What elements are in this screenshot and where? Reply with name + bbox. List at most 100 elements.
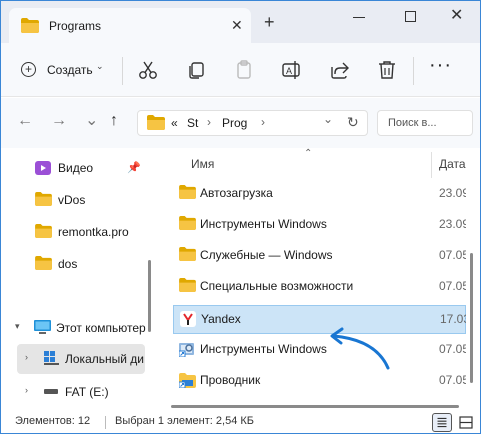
tools-shortcut-icon [179,343,194,357]
file-row[interactable]: Служебные — Windows 07.05 [173,241,466,270]
folder-icon [35,224,52,238]
toolbar-divider [122,57,123,85]
refresh-icon[interactable]: ↻ [347,114,359,131]
file-row[interactable]: Проводник 07.05 [173,366,466,395]
back-arrow-icon[interactable]: ← [17,112,33,130]
sidebar-item-label: FAT (E:) [65,385,109,399]
folder-icon [179,278,196,292]
svg-text:A: A [286,66,292,76]
navigation-pane: Видео 📌 vDos remontka.pro dos ▾ Этот ком… [1,148,153,412]
rename-icon[interactable]: A [280,58,304,82]
item-count: Элементов: 12 [15,415,91,427]
folder-icon [35,256,52,270]
paste-icon[interactable] [232,58,256,82]
plus-icon: + [21,62,36,77]
delete-icon[interactable] [375,58,399,82]
sidebar-item-label: vDos [58,193,86,207]
folder-icon [147,115,165,130]
file-name: Инструменты Windows [200,217,327,231]
sidebar-item-label: dos [58,257,78,271]
tiles-view-icon[interactable] [457,414,475,431]
chevron-down-icon[interactable]: ▾ [15,321,20,332]
folder-icon [35,192,52,206]
create-label: Создать [47,63,93,77]
breadcrumb-item[interactable]: Prog [222,116,247,130]
sidebar-item-video[interactable]: Видео 📌 [1,153,153,183]
sidebar-item-this-pc[interactable]: ▾ Этот компьютер [1,313,153,343]
video-folder-icon [35,161,51,175]
file-row[interactable]: Специальные возможности 07.05 [173,272,466,301]
title-bar: Programs ✕ + ✕ [1,1,480,43]
breadcrumb-item[interactable]: St [187,116,198,130]
folder-icon [179,185,196,199]
sidebar-item-local-disk[interactable]: › Локальный ди [17,344,145,374]
chevron-right-icon[interactable]: › [25,352,28,362]
create-button[interactable]: + Создать ⌄ [15,57,111,83]
chevron-down-icon[interactable]: ⌄ [85,112,98,130]
column-divider[interactable] [431,152,432,178]
toolbar-divider [413,57,414,85]
column-header-name[interactable]: Имя [191,157,214,171]
minimize-icon[interactable] [353,17,365,18]
up-arrow-icon[interactable]: ↑ [110,112,118,130]
sidebar-item-remontka[interactable]: remontka.pro [1,217,153,247]
file-date: 07.05 [439,279,466,293]
drive-icon [44,389,58,394]
pin-icon[interactable]: 📌 [127,161,141,174]
file-name: Инструменты Windows [200,342,327,356]
sidebar-item-dos[interactable]: dos [1,249,153,279]
file-name: Yandex [201,312,241,326]
address-row: ← → ⌄ ↑ « St › Prog › ⌄ ↻ Поиск в... [1,98,480,148]
window-close-icon[interactable]: ✕ [450,7,463,25]
file-name: Служебные — Windows [200,248,333,262]
status-divider [105,416,106,429]
file-row-selected[interactable]: Yandex 17.03 [173,305,466,334]
more-options-icon[interactable]: ··· [429,54,452,77]
column-header-date[interactable]: Дата [439,157,466,171]
maximize-icon[interactable] [405,11,416,22]
sidebar-item-fat-drive[interactable]: › FAT (E:) [1,377,153,407]
sidebar-item-label: remontka.pro [58,225,129,239]
file-row[interactable]: Автозагрузка 23.09 [173,179,466,208]
chevron-right-icon[interactable]: › [25,385,28,395]
file-list: ⌃ Имя Дата Автозагрузка 23.09 Инструмент… [161,148,466,412]
details-view-icon[interactable] [432,413,452,432]
sidebar-item-label: Локальный ди [65,352,144,366]
tab-close-icon[interactable]: ✕ [231,17,243,33]
cut-icon[interactable] [136,58,160,82]
new-tab-button[interactable]: + [264,13,275,31]
content-scrollbar[interactable] [470,253,473,383]
file-name: Автозагрузка [200,186,273,200]
search-input[interactable]: Поиск в... [377,110,473,136]
file-row[interactable]: Инструменты Windows 23.09 [173,210,466,239]
nav-scrollbar[interactable] [148,260,151,332]
folder-icon [179,247,196,261]
breadcrumb-overflow[interactable]: « [171,116,178,130]
horizontal-scrollbar[interactable] [171,405,459,408]
sidebar-item-label: Видео [58,161,94,175]
forward-arrow-icon[interactable]: → [51,112,67,130]
windows-drive-icon [44,351,59,365]
tab-programs[interactable]: Programs ✕ [9,8,251,43]
status-bar: Элементов: 12 Выбран 1 элемент: 2,54 КБ [1,412,480,433]
yandex-icon [180,311,196,327]
tab-title: Programs [49,19,102,33]
share-icon[interactable] [328,58,352,82]
chevron-down-icon[interactable]: ⌄ [323,112,333,126]
sidebar-item-label: Этот компьютер [56,321,146,335]
annotation-arrow-icon [330,327,390,370]
sidebar-item-vdos[interactable]: vDos [1,185,153,215]
address-bar[interactable]: « St › Prog › ⌄ ↻ [137,110,368,136]
file-date: 23.09 [439,186,466,200]
file-row[interactable]: Инструменты Windows 07.05 [173,335,466,364]
chevron-down-icon: ⌄ [96,61,104,71]
file-date: 23.09 [439,217,466,231]
file-date: 17.03 [440,312,466,326]
folder-icon [179,216,196,230]
selection-info: Выбран 1 элемент: 2,54 КБ [115,415,254,427]
file-name: Проводник [200,373,261,387]
breadcrumb-separator[interactable]: › [207,115,211,129]
copy-icon[interactable] [184,58,208,82]
sort-ascending-icon: ⌃ [304,148,313,159]
breadcrumb-separator[interactable]: › [261,115,265,129]
